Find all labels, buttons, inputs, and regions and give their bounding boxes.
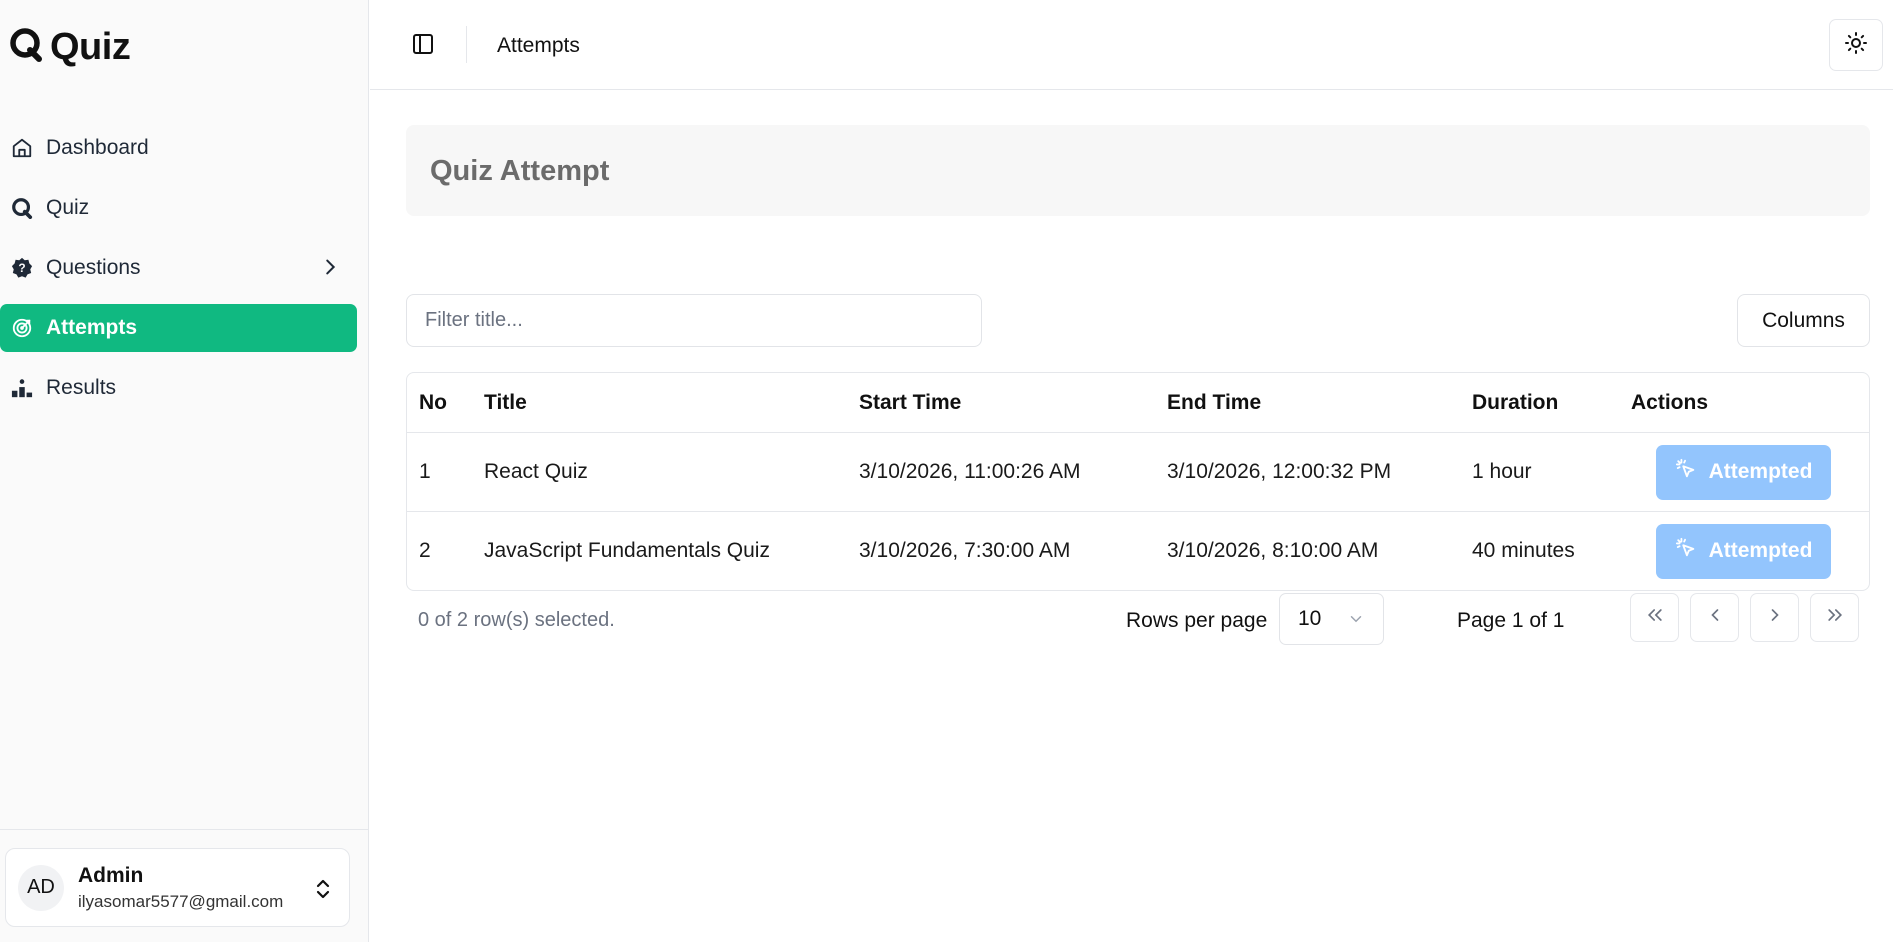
sidebar-item-label: Quiz <box>46 196 90 219</box>
chevrons-right-icon <box>1825 605 1845 630</box>
header-separator <box>466 26 467 63</box>
attempted-button[interactable]: Attempted <box>1656 444 1831 500</box>
pointer-click-icon <box>1675 458 1697 486</box>
first-page-button[interactable] <box>1630 593 1679 642</box>
filter-title-input[interactable] <box>406 294 982 347</box>
cell-end-time: 3/10/2026, 12:00:32 PM <box>1167 460 1392 483</box>
target-icon <box>10 316 34 340</box>
page-info: Page 1 of 1 <box>1457 609 1565 632</box>
breadcrumb: Attempts <box>497 34 580 57</box>
brand-logo[interactable]: Quiz <box>10 26 131 69</box>
rows-per-page-label: Rows per page <box>1126 609 1268 632</box>
sidebar-item-attempts[interactable]: Attempts <box>0 304 357 352</box>
chevrons-left-icon <box>1645 605 1665 630</box>
sidebar-item-label: Results <box>46 376 117 399</box>
column-header-actions: Actions <box>1631 373 1869 433</box>
top-header: Attempts <box>370 0 1893 90</box>
sun-icon <box>1844 31 1868 60</box>
sidebar: Quiz Dashboard Quiz ? Questions Attempts… <box>0 0 369 942</box>
cell-duration: 40 minutes <box>1472 511 1631 590</box>
selection-count: 0 of 2 row(s) selected. <box>418 609 615 631</box>
theme-toggle-button[interactable] <box>1829 19 1883 71</box>
sidebar-item-quiz[interactable]: Quiz <box>0 184 357 232</box>
sidebar-item-dashboard[interactable]: Dashboard <box>0 124 357 172</box>
chevron-right-icon <box>319 256 341 284</box>
quiz-logo-icon <box>10 28 42 67</box>
table-row: 2 JavaScript Fundamentals Quiz 3/10/2026… <box>407 511 1869 590</box>
sidebar-item-label: Attempts <box>46 316 138 339</box>
rows-per-page-select[interactable]: 10 <box>1279 593 1384 645</box>
column-header-no: No <box>407 373 484 433</box>
user-name: Admin <box>78 863 144 887</box>
sidebar-divider <box>0 829 368 830</box>
attempted-button-label: Attempted <box>1708 460 1813 483</box>
sidebar-item-questions[interactable]: ? Questions <box>0 244 357 292</box>
app-name: Quiz <box>50 26 131 68</box>
attempted-button-label: Attempted <box>1708 539 1813 562</box>
chevrons-up-down-icon <box>313 877 333 906</box>
column-header-end-time: End Time <box>1167 373 1472 433</box>
quiz-logo-icon <box>10 196 34 220</box>
last-page-button[interactable] <box>1810 593 1859 642</box>
chevron-right-icon <box>1765 605 1785 630</box>
home-icon <box>10 136 34 160</box>
cell-duration: 1 hour <box>1472 460 1532 483</box>
columns-button[interactable]: Columns <box>1737 294 1870 347</box>
podium-icon <box>10 376 34 400</box>
next-page-button[interactable] <box>1750 593 1799 642</box>
cell-start-time: 3/10/2026, 7:30:00 AM <box>859 511 1167 590</box>
sidebar-toggle-icon[interactable] <box>411 32 435 56</box>
cell-actions: Attempted <box>1631 433 1869 512</box>
user-email: ilyasomar5577@gmail.com <box>78 891 284 911</box>
chevron-down-icon <box>1347 610 1365 634</box>
table-pagination: 0 of 2 row(s) selected. Rows per page 10… <box>406 592 1870 652</box>
sidebar-item-results[interactable]: Results <box>0 364 357 412</box>
rows-per-page-value: 10 <box>1298 607 1322 630</box>
cell-end-time: 3/10/2026, 8:10:00 AM <box>1167 511 1472 590</box>
page-title: Quiz Attempt <box>430 155 610 187</box>
chevron-left-icon <box>1705 605 1725 630</box>
cell-no: 1 <box>419 460 431 483</box>
cell-title: JavaScript Fundamentals Quiz <box>484 511 859 590</box>
user-menu[interactable]: AD Admin ilyasomar5577@gmail.com <box>5 848 350 927</box>
column-header-title: Title <box>484 373 859 433</box>
sidebar-item-label: Questions <box>46 256 141 279</box>
column-header-start-time: Start Time <box>859 373 1167 433</box>
svg-text:?: ? <box>18 261 25 275</box>
cell-title: React Quiz <box>484 460 588 483</box>
pointer-click-icon <box>1675 537 1697 565</box>
avatar: AD <box>18 864 64 911</box>
sidebar-nav: Dashboard Quiz ? Questions Attempts Resu… <box>0 124 357 424</box>
cell-no: 2 <box>407 511 484 590</box>
cell-actions: Attempted <box>1631 511 1869 590</box>
cell-start-time: 3/10/2026, 11:00:26 AM <box>859 460 1081 483</box>
table-row: 1 React Quiz 3/10/2026, 11:00:26 AM 3/10… <box>407 433 1869 512</box>
user-info: Admin ilyasomar5577@gmail.com <box>78 864 283 912</box>
sidebar-item-label: Dashboard <box>46 136 149 159</box>
previous-page-button[interactable] <box>1690 593 1739 642</box>
column-header-duration: Duration <box>1472 373 1631 433</box>
attempts-table: No Title Start Time End Time Duration Ac… <box>406 372 1870 591</box>
attempted-button[interactable]: Attempted <box>1656 523 1831 579</box>
question-badge-icon: ? <box>10 256 34 280</box>
page-banner: Quiz Attempt <box>406 125 1870 216</box>
